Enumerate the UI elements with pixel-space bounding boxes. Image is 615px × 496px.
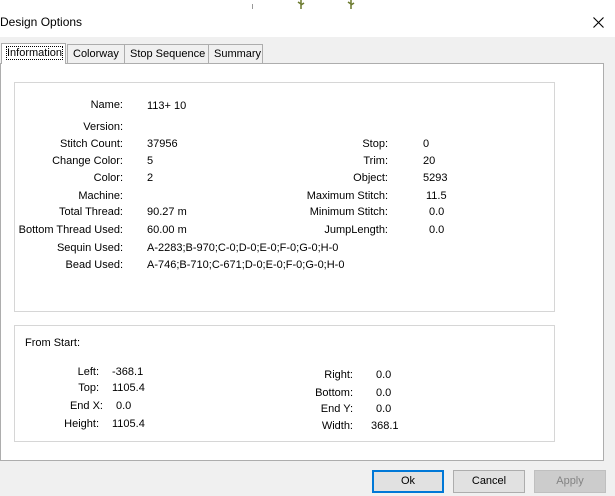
end-x-value: 0.0 [116,400,132,412]
close-button[interactable] [587,11,609,33]
object-label: Object: [353,172,388,184]
ok-button[interactable]: Ok [372,470,444,493]
tab-label: Summary [214,48,262,60]
height-value: 1105.4 [112,418,145,430]
bottom-value: 0.0 [376,387,392,399]
color-label: Color: [93,172,123,184]
bottom-label: Bottom: [315,387,353,399]
apply-button[interactable]: Apply [534,470,606,493]
plant-icon [347,0,355,9]
from-start-group: From Start: Left: -368.1 Top: 1105.4 End… [14,325,555,442]
change-color-label: Change Color: [52,155,123,167]
total-thread-label: Total Thread: [58,206,123,218]
bottom-thread-value: 60.00 m [147,224,187,236]
jump-length-label: JumpLength: [324,224,388,236]
end-y-value: 0.0 [376,403,392,415]
max-stitch-value: 11.5 [426,190,447,202]
bead-used-value: A-746;B-710;C-671;D-0;E-0;F-0;G-0;H-0 [147,259,345,271]
tab-label: Colorway [73,48,119,60]
tab-stop-sequence[interactable]: Stop Sequence [124,44,209,63]
name-value: 113+ 10 [147,100,187,112]
trim-value: 20 [423,155,436,167]
information-panel: Name: 113+ 10 Version: Stitch Count: 379… [0,63,604,461]
right-label: Right: [324,369,353,381]
sequin-used-label: Sequin Used: [56,242,123,254]
stop-label: Stop: [362,138,388,150]
stitch-count-value: 37956 [147,138,178,150]
machine-label: Machine: [78,190,123,202]
left-label: Left: [77,366,99,378]
jump-length-value: 0.0 [429,224,445,236]
min-stitch-label: Minimum Stitch: [309,206,388,218]
tab-colorway[interactable]: Colorway [67,44,125,63]
name-label: Name: [90,99,123,111]
tab-summary[interactable]: Summary [208,44,263,63]
max-stitch-label: Maximum Stitch: [306,190,388,202]
background-app-strip [0,0,615,9]
top-value: 1105.4 [112,382,145,394]
height-label: Height: [64,418,99,430]
window-title: Design Options [0,15,83,29]
stitch-count-label: Stitch Count: [60,138,123,150]
width-value: 368.1 [371,420,399,432]
total-thread-value: 90.27 m [147,206,187,218]
width-label: Width: [321,420,353,432]
tab-label: Information [5,46,64,60]
version-label: Version: [83,121,123,133]
title-bar[interactable]: Design Options [0,9,615,37]
bead-used-label: Bead Used: [65,259,123,271]
sequin-used-value: A-2283;B-970;C-0;D-0;E-0;F-0;G-0;H-0 [147,242,339,254]
top-label: Top: [78,382,99,394]
dialog-footer: Ok Cancel Apply [0,462,615,496]
color-value: 2 [147,172,154,184]
bottom-thread-label: Bottom Thread Used: [18,224,123,236]
tab-label: Stop Sequence [130,48,206,60]
change-color-value: 5 [147,155,154,167]
min-stitch-value: 0.0 [429,206,445,218]
design-info-group: Name: 113+ 10 Version: Stitch Count: 379… [14,82,555,312]
from-start-title: From Start: [25,337,81,349]
left-value: -368.1 [112,366,144,378]
right-value: 0.0 [376,369,392,381]
end-x-label: End X: [69,400,103,412]
cancel-button[interactable]: Cancel [453,470,525,493]
object-value: 5293 [423,172,448,184]
end-y-label: End Y: [320,403,353,415]
stop-value: 0 [423,138,430,150]
tab-strip: Information Colorway Stop Sequence Summa… [0,43,615,64]
tab-information[interactable]: Information [1,43,66,64]
close-icon [592,16,604,28]
plant-icon [297,0,305,9]
trim-label: Trim: [363,155,388,167]
